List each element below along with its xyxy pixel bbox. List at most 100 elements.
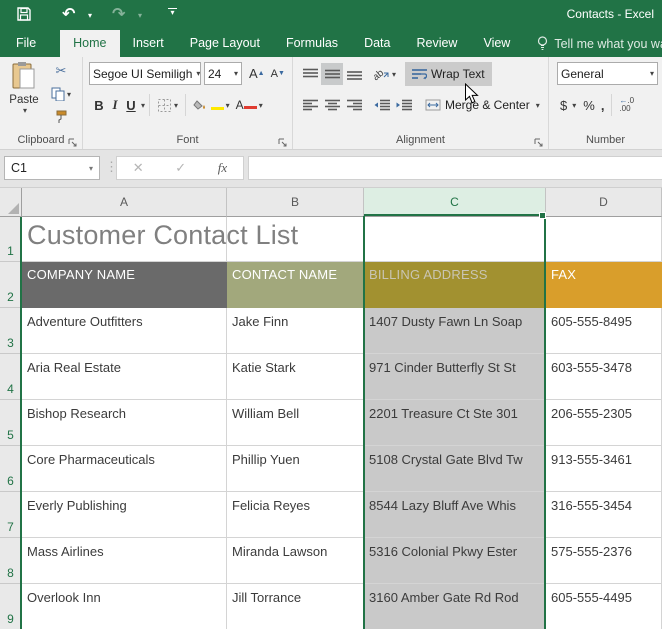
fax-cell[interactable]: 603-555-3478 [546, 354, 662, 400]
align-center-icon[interactable] [321, 94, 343, 116]
paste-button[interactable]: Paste ▾ [4, 61, 44, 129]
row-header-9[interactable]: 9 [0, 584, 22, 629]
address-cell[interactable]: 5108 Crystal Gate Blvd Tw [364, 446, 546, 492]
row-header-6[interactable]: 6 [0, 446, 22, 492]
borders-icon[interactable]: ▾ [154, 94, 181, 116]
customize-qat-icon[interactable]: ▾ [168, 8, 177, 16]
header-cell-0[interactable]: COMPANY NAME [22, 262, 227, 308]
contact-cell[interactable]: Jake Finn [227, 308, 364, 354]
column-header-d[interactable]: D [546, 188, 662, 217]
row-header-2[interactable]: 2 [0, 262, 22, 308]
font-name-combo[interactable]: Segoe UI Semiligh▾ [89, 62, 201, 85]
undo-dropdown-icon[interactable]: ▾ [88, 11, 92, 20]
font-dialog-launcher-icon[interactable] [278, 135, 289, 146]
address-cell[interactable]: 5316 Colonial Pkwy Ester [364, 538, 546, 584]
fill-color-icon[interactable]: ▾ [190, 94, 233, 116]
tab-data[interactable]: Data [351, 30, 403, 57]
select-all-button[interactable] [0, 188, 22, 217]
comma-style-icon[interactable]: , [598, 94, 608, 116]
row-header-5[interactable]: 5 [0, 400, 22, 446]
align-left-icon[interactable] [299, 94, 321, 116]
address-cell[interactable]: 971 Cinder Butterfly St St [364, 354, 546, 400]
shrink-font-icon[interactable]: A▼ [268, 63, 288, 85]
paste-dropdown-icon[interactable]: ▾ [6, 106, 44, 115]
cell-a1-title[interactable]: Customer Contact List [22, 217, 227, 262]
fax-cell[interactable]: 605-555-8495 [546, 308, 662, 354]
increase-decimal-icon[interactable]: ←.0.00 [616, 94, 637, 116]
company-cell[interactable]: Everly Publishing [22, 492, 227, 538]
italic-button[interactable]: I [107, 97, 123, 113]
increase-indent-icon[interactable] [393, 94, 415, 116]
company-cell[interactable]: Aria Real Estate [22, 354, 227, 400]
company-cell[interactable]: Overlook Inn [22, 584, 227, 629]
top-align-icon[interactable] [299, 63, 321, 85]
cell-c1-active[interactable] [364, 217, 546, 262]
contact-cell[interactable]: Jill Torrance [227, 584, 364, 629]
column-header-b[interactable]: B [227, 188, 364, 217]
tab-review[interactable]: Review [403, 30, 470, 57]
company-cell[interactable]: Bishop Research [22, 400, 227, 446]
company-cell[interactable]: Adventure Outfitters [22, 308, 227, 354]
column-header-a[interactable]: A [22, 188, 227, 217]
save-icon[interactable] [16, 6, 32, 27]
percent-style-icon[interactable]: % [580, 94, 598, 116]
contact-cell[interactable]: Felicia Reyes [227, 492, 364, 538]
insert-function-icon[interactable]: fx [218, 160, 227, 176]
address-cell[interactable]: 3160 Amber Gate Rd Rod [364, 584, 546, 629]
tab-file[interactable]: File [0, 30, 52, 57]
merge-center-button[interactable]: Merge & Center ▾ [421, 94, 544, 116]
copy-icon[interactable]: ▾ [48, 85, 74, 103]
accounting-dropdown-icon[interactable]: ▾ [572, 101, 576, 110]
fax-cell[interactable]: 913-555-3461 [546, 446, 662, 492]
tab-page-layout[interactable]: Page Layout [177, 30, 273, 57]
header-cell-1[interactable]: CONTACT NAME [227, 262, 364, 308]
orientation-icon[interactable]: ab ▾ [371, 63, 399, 85]
row-header-1[interactable]: 1 [0, 217, 22, 262]
bottom-align-icon[interactable] [343, 63, 365, 85]
contact-cell[interactable]: Phillip Yuen [227, 446, 364, 492]
clipboard-dialog-launcher-icon[interactable] [68, 135, 79, 146]
number-format-combo[interactable]: General▾ [557, 62, 658, 85]
font-size-combo[interactable]: 24▾ [204, 62, 242, 85]
fax-cell[interactable]: 605-555-4495 [546, 584, 662, 629]
underline-dropdown-icon[interactable]: ▾ [141, 101, 145, 110]
tab-formulas[interactable]: Formulas [273, 30, 351, 57]
align-right-icon[interactable] [343, 94, 365, 116]
fax-cell[interactable]: 316-555-3454 [546, 492, 662, 538]
tab-home[interactable]: Home [60, 30, 119, 57]
contact-cell[interactable]: William Bell [227, 400, 364, 446]
merge-center-dropdown-icon[interactable]: ▾ [536, 101, 540, 110]
accounting-format-icon[interactable]: $ [557, 94, 570, 116]
fax-cell[interactable]: 575-555-2376 [546, 538, 662, 584]
grow-font-icon[interactable]: A▲ [246, 63, 268, 85]
alignment-dialog-launcher-icon[interactable] [534, 135, 545, 146]
formula-input[interactable] [248, 156, 662, 180]
address-cell[interactable]: 1407 Dusty Fawn Ln Soap [364, 308, 546, 354]
bold-button[interactable]: B [91, 98, 107, 113]
underline-button[interactable]: U [123, 98, 139, 113]
company-cell[interactable]: Mass Airlines [22, 538, 227, 584]
row-header-7[interactable]: 7 [0, 492, 22, 538]
address-cell[interactable]: 8544 Lazy Bluff Ave Whis [364, 492, 546, 538]
name-box[interactable]: C1▾ [4, 156, 100, 180]
row-header-3[interactable]: 3 [0, 308, 22, 354]
middle-align-icon[interactable] [321, 63, 343, 85]
undo-icon[interactable]: ↶ [62, 4, 75, 23]
fax-cell[interactable]: 206-555-2305 [546, 400, 662, 446]
contact-cell[interactable]: Miranda Lawson [227, 538, 364, 584]
tell-me-box[interactable]: Tell me what you wa [523, 30, 662, 57]
cut-icon[interactable]: ✂ [48, 62, 74, 80]
column-header-c[interactable]: C [364, 188, 546, 217]
cell-d1[interactable] [546, 217, 662, 262]
contact-cell[interactable]: Katie Stark [227, 354, 364, 400]
row-header-8[interactable]: 8 [0, 538, 22, 584]
row-header-4[interactable]: 4 [0, 354, 22, 400]
header-cell-2[interactable]: BILLING ADDRESS [364, 262, 546, 308]
address-cell[interactable]: 2201 Treasure Ct Ste 301 [364, 400, 546, 446]
font-color-icon[interactable]: A ▾ [233, 94, 266, 116]
decrease-indent-icon[interactable] [371, 94, 393, 116]
format-painter-icon[interactable] [48, 108, 74, 126]
company-cell[interactable]: Core Pharmaceuticals [22, 446, 227, 492]
tab-view[interactable]: View [470, 30, 523, 57]
header-cell-3[interactable]: FAX [546, 262, 662, 308]
